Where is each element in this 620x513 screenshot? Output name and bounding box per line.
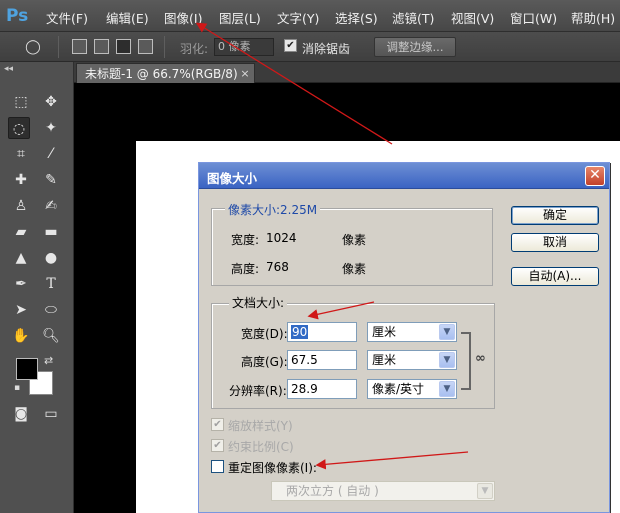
auto-button[interactable]: 自动(A)...	[511, 267, 599, 286]
close-icon[interactable]: ✕	[585, 166, 605, 186]
subtract-from-selection-icon[interactable]	[116, 39, 131, 54]
document-size-label: 文档大小:	[229, 294, 288, 311]
pixel-dimensions-label: 像素大小:2.25M	[225, 201, 321, 218]
ok-button[interactable]: 确定	[511, 206, 599, 225]
lasso-tool-preset-icon[interactable]: ◯	[22, 36, 44, 58]
menu-help[interactable]: 帮助(H)	[571, 8, 615, 27]
quick-mask-icon[interactable]: ◙	[10, 403, 32, 425]
menu-file[interactable]: 文件(F)	[46, 8, 88, 27]
menu-layer[interactable]: 图层(L)	[219, 8, 261, 27]
magic-wand-icon[interactable]: ✦	[40, 117, 62, 139]
swap-colors-icon[interactable]: ⇄	[44, 354, 53, 367]
dialog-title: 图像大小	[207, 171, 258, 186]
resample-checkbox[interactable]	[211, 460, 224, 473]
doc-width-unit-select[interactable]: 厘米 ▼	[367, 322, 457, 342]
resample-method-select[interactable]: 两次立方 ( 自动 ) ▼	[271, 481, 495, 501]
pixel-height-unit: 像素	[342, 262, 367, 276]
constrain-proportions-checkbox[interactable]: ✔	[211, 439, 224, 452]
blur-tool-icon[interactable]: ▲	[10, 247, 32, 269]
pixel-width-label: 宽度:	[231, 233, 260, 247]
healing-brush-icon[interactable]: ✚	[10, 169, 32, 191]
resample-label: 重定图像像素(I):	[228, 461, 317, 475]
resolution-unit-select[interactable]: 像素/英寸 ▼	[367, 379, 457, 399]
resolution-label: 分辨率(R):	[229, 384, 287, 398]
eraser-tool-icon[interactable]: ▰	[10, 221, 32, 243]
document-tab[interactable]: 未标题-1 @ 66.7%(RGB/8) ×	[76, 63, 255, 83]
menu-edit[interactable]: 编辑(E)	[106, 8, 149, 27]
close-tab-icon[interactable]: ×	[240, 64, 249, 84]
dodge-tool-icon[interactable]: ●	[40, 247, 62, 269]
pixel-width-value: 1024	[266, 231, 297, 245]
collapse-panel-icon[interactable]: ◂◂	[4, 64, 13, 74]
feather-label: 羽化:	[180, 42, 209, 56]
menu-filter[interactable]: 滤镜(T)	[392, 8, 434, 27]
zoom-tool-icon[interactable]: 🔍︎	[40, 325, 62, 347]
constrain-link-bracket	[461, 332, 471, 390]
cancel-button[interactable]: 取消	[511, 233, 599, 252]
doc-width-label: 宽度(D):	[241, 327, 288, 341]
pixel-height-value: 768	[266, 260, 289, 274]
chevron-down-icon: ▼	[439, 381, 455, 397]
dialog-titlebar[interactable]: 图像大小 ✕	[199, 163, 609, 189]
eyedropper-icon[interactable]: ⁄	[40, 143, 62, 165]
clone-stamp-icon[interactable]: ♙	[10, 195, 32, 217]
doc-height-unit-select[interactable]: 厘米 ▼	[367, 350, 457, 370]
menu-select[interactable]: 选择(S)	[335, 8, 378, 27]
options-separator	[164, 36, 165, 58]
new-selection-icon[interactable]	[72, 39, 87, 54]
chain-link-icon: ∞	[475, 351, 486, 366]
scale-styles-label: 缩放样式(Y)	[228, 419, 293, 433]
document-tab-bar: 未标题-1 @ 66.7%(RGB/8) ×	[74, 62, 620, 83]
doc-height-input[interactable]: 67.5	[287, 350, 357, 370]
doc-height-label: 高度(G):	[241, 355, 288, 369]
doc-height-unit: 厘米	[372, 353, 397, 367]
image-size-dialog: 图像大小 ✕ 像素大小:2.25M 宽度: 1024 像素 高度: 768 像素…	[198, 162, 610, 513]
lasso-tool-icon[interactable]: ◌	[8, 117, 30, 139]
menu-bar: Ps 文件(F) 编辑(E) 图像(I) 图层(L) 文字(Y) 选择(S) 滤…	[0, 0, 620, 32]
pixel-height-label: 高度:	[231, 262, 260, 276]
brush-tool-icon[interactable]: ✎	[40, 169, 62, 191]
photoshop-window: Ps 文件(F) 编辑(E) 图像(I) 图层(L) 文字(Y) 选择(S) 滤…	[0, 0, 620, 513]
marquee-tool-icon[interactable]: ⬚	[10, 91, 32, 113]
pen-tool-icon[interactable]: ✒	[10, 273, 32, 295]
antialias-label: 消除锯齿	[302, 42, 351, 56]
refine-edge-button[interactable]: 调整边缘...	[374, 37, 456, 57]
menu-image[interactable]: 图像(I)	[164, 8, 202, 27]
constrain-proportions-label: 约束比例(C)	[228, 440, 294, 454]
feather-input[interactable]: 0 像素	[214, 38, 274, 56]
resolution-unit: 像素/英寸	[372, 382, 425, 396]
history-brush-icon[interactable]: ✍	[40, 195, 62, 217]
default-colors-icon[interactable]: ▪	[14, 383, 20, 393]
chevron-down-icon: ▼	[477, 483, 493, 499]
document-tab-title: 未标题-1 @ 66.7%(RGB/8)	[85, 67, 238, 81]
move-tool-icon[interactable]: ✥	[40, 91, 62, 113]
pixel-width-unit: 像素	[342, 233, 367, 247]
type-tool-icon[interactable]: T	[40, 273, 62, 295]
intersect-selection-icon[interactable]	[138, 39, 153, 54]
chevron-down-icon: ▼	[439, 324, 455, 340]
resample-method-value: 两次立方 ( 自动 )	[286, 484, 379, 498]
foreground-color-fill	[16, 358, 38, 380]
chevron-down-icon: ▼	[439, 352, 455, 368]
resolution-input[interactable]: 28.9	[287, 379, 357, 399]
add-to-selection-icon[interactable]	[94, 39, 109, 54]
screen-mode-icon[interactable]: ▭	[40, 403, 62, 425]
shape-tool-icon[interactable]: ⬭	[40, 299, 62, 321]
doc-width-value: 90	[291, 325, 309, 339]
antialias-checkbox[interactable]: ✔	[284, 39, 297, 52]
hand-tool-icon[interactable]: ✋	[10, 325, 32, 347]
doc-width-unit: 厘米	[372, 325, 397, 339]
menu-type[interactable]: 文字(Y)	[277, 8, 319, 27]
menu-view[interactable]: 视图(V)	[451, 8, 494, 27]
photoshop-logo: Ps	[6, 6, 29, 26]
gradient-tool-icon[interactable]: ▬	[40, 221, 62, 243]
scale-styles-checkbox[interactable]: ✔	[211, 418, 224, 431]
doc-width-input[interactable]: 90	[287, 322, 357, 342]
options-separator	[58, 36, 59, 58]
crop-tool-icon[interactable]: ⌗	[10, 143, 32, 165]
menu-window[interactable]: 窗口(W)	[510, 8, 557, 27]
path-selection-icon[interactable]: ➤	[10, 299, 32, 321]
